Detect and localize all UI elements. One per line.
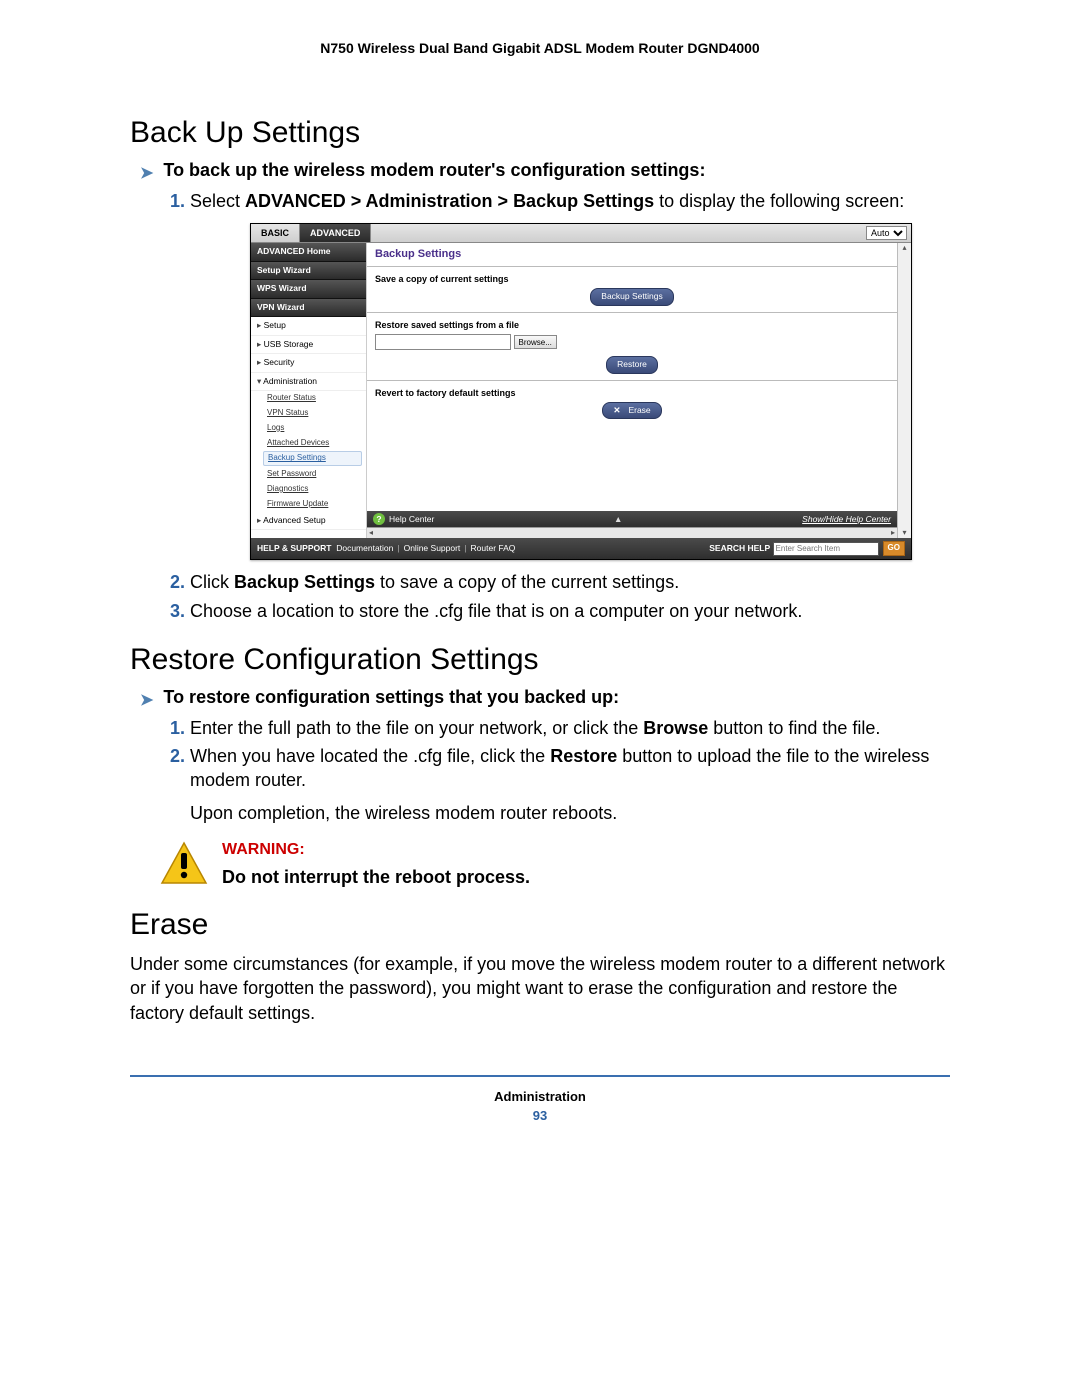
sidebar-sub-logs[interactable]: Logs — [251, 421, 366, 436]
vertical-scrollbar[interactable]: ▴▾ — [897, 243, 911, 538]
arrow-icon: ➤ — [140, 690, 153, 710]
main-panel: Backup Settings Save a copy of current s… — [367, 243, 897, 538]
language-select[interactable]: Auto — [866, 226, 907, 240]
text: Browse — [643, 718, 708, 738]
sidebar-item-security[interactable]: Security — [251, 354, 366, 372]
text: button to find the file. — [708, 718, 880, 738]
sidebar-sub-fw[interactable]: Firmware Update — [251, 497, 366, 512]
text: ADVANCED > Administration > Backup Setti… — [245, 191, 654, 211]
footer-faq-link[interactable]: Router FAQ — [471, 543, 516, 554]
restore-note: Upon completion, the wireless modem rout… — [190, 801, 950, 825]
restore-label: Restore saved settings from a file — [367, 317, 897, 334]
sidebar-item-wps-wizard[interactable]: WPS Wizard — [251, 280, 366, 298]
backup-task: To back up the wireless modem router's c… — [163, 160, 705, 181]
footer-online-link[interactable]: Online Support — [404, 543, 461, 554]
file-path-input[interactable] — [375, 334, 511, 350]
text: to save a copy of the current settings. — [375, 572, 679, 592]
backup-step-2: Click Backup Settings to save a copy of … — [190, 570, 950, 594]
restore-task: To restore configuration settings that y… — [163, 687, 619, 708]
backup-step-1: Select ADVANCED > Administration > Backu… — [190, 189, 950, 560]
restore-button[interactable]: Restore — [606, 356, 658, 373]
sidebar-item-adv-setup[interactable]: Advanced Setup — [251, 512, 366, 530]
restore-step-1: Enter the full path to the file on your … — [190, 716, 950, 740]
close-icon: ✕ — [613, 405, 620, 415]
sidebar-sub-vpn-status[interactable]: VPN Status — [251, 406, 366, 421]
go-button[interactable]: GO — [883, 541, 905, 556]
heading-erase: Erase — [130, 908, 950, 942]
text: Backup Settings — [234, 572, 375, 592]
text: Select — [190, 191, 245, 211]
chevron-up-icon[interactable]: ▲ — [434, 514, 802, 525]
erase-button[interactable]: ✕Erase — [602, 402, 661, 419]
help-support-label: HELP & SUPPORT — [257, 543, 331, 554]
sidebar-sub-backup[interactable]: Backup Settings — [263, 451, 362, 466]
search-help-input[interactable] — [773, 542, 879, 556]
sidebar-item-setup-wizard[interactable]: Setup Wizard — [251, 262, 366, 280]
footer-section: Administration — [130, 1089, 950, 1104]
sidebar-item-admin[interactable]: Administration — [251, 373, 366, 391]
backup-settings-button[interactable]: Backup Settings — [590, 288, 673, 305]
revert-label: Revert to factory default settings — [367, 385, 897, 402]
sidebar-item-adv-home[interactable]: ADVANCED Home — [251, 243, 366, 261]
sidebar: ADVANCED Home Setup Wizard WPS Wizard VP… — [251, 243, 367, 538]
arrow-icon: ➤ — [140, 163, 153, 183]
help-center-label: Help Center — [389, 514, 434, 525]
footer-docs-link[interactable]: Documentation — [336, 543, 393, 554]
page-number: 93 — [130, 1108, 950, 1123]
warning-label: WARNING: — [222, 841, 530, 859]
sidebar-sub-attached[interactable]: Attached Devices — [251, 436, 366, 451]
warning-message: Do not interrupt the reboot process. — [222, 867, 530, 888]
panel-title: Backup Settings — [367, 243, 897, 266]
browse-button[interactable]: Browse... — [514, 335, 557, 349]
text: to display the following screen: — [654, 191, 904, 211]
document-header: N750 Wireless Dual Band Gigabit ADSL Mod… — [130, 40, 950, 56]
sidebar-item-setup[interactable]: Setup — [251, 317, 366, 335]
text: Restore — [550, 746, 617, 766]
sidebar-item-vpn-wizard[interactable]: VPN Wizard — [251, 299, 366, 317]
text: Enter the full path to the file on your … — [190, 718, 643, 738]
help-icon: ? — [373, 513, 385, 525]
save-copy-label: Save a copy of current settings — [367, 271, 897, 288]
text: Click — [190, 572, 234, 592]
sidebar-item-usb[interactable]: USB Storage — [251, 336, 366, 354]
erase-body: Under some circumstances (for example, i… — [130, 952, 950, 1025]
backup-step-3: Choose a location to store the .cfg file… — [190, 599, 950, 623]
restore-step-2: When you have located the .cfg file, cli… — [190, 744, 950, 793]
search-help-label: SEARCH HELP — [709, 543, 770, 554]
tab-basic[interactable]: BASIC — [251, 224, 300, 242]
tab-advanced[interactable]: ADVANCED — [300, 224, 371, 242]
text: When you have located the .cfg file, cli… — [190, 746, 550, 766]
router-ui-screenshot: BASIC ADVANCED Auto ADVANCED Home Setup … — [250, 223, 912, 560]
help-center-toggle[interactable]: Show/Hide Help Center — [802, 514, 891, 525]
heading-restore: Restore Configuration Settings — [130, 643, 950, 677]
horizontal-scrollbar[interactable]: ◂▸ — [367, 527, 897, 538]
sidebar-sub-setpw[interactable]: Set Password — [251, 467, 366, 482]
sidebar-sub-diag[interactable]: Diagnostics — [251, 482, 366, 497]
heading-backup: Back Up Settings — [130, 116, 950, 150]
sidebar-sub-router-status[interactable]: Router Status — [251, 391, 366, 406]
warning-icon — [160, 841, 208, 885]
